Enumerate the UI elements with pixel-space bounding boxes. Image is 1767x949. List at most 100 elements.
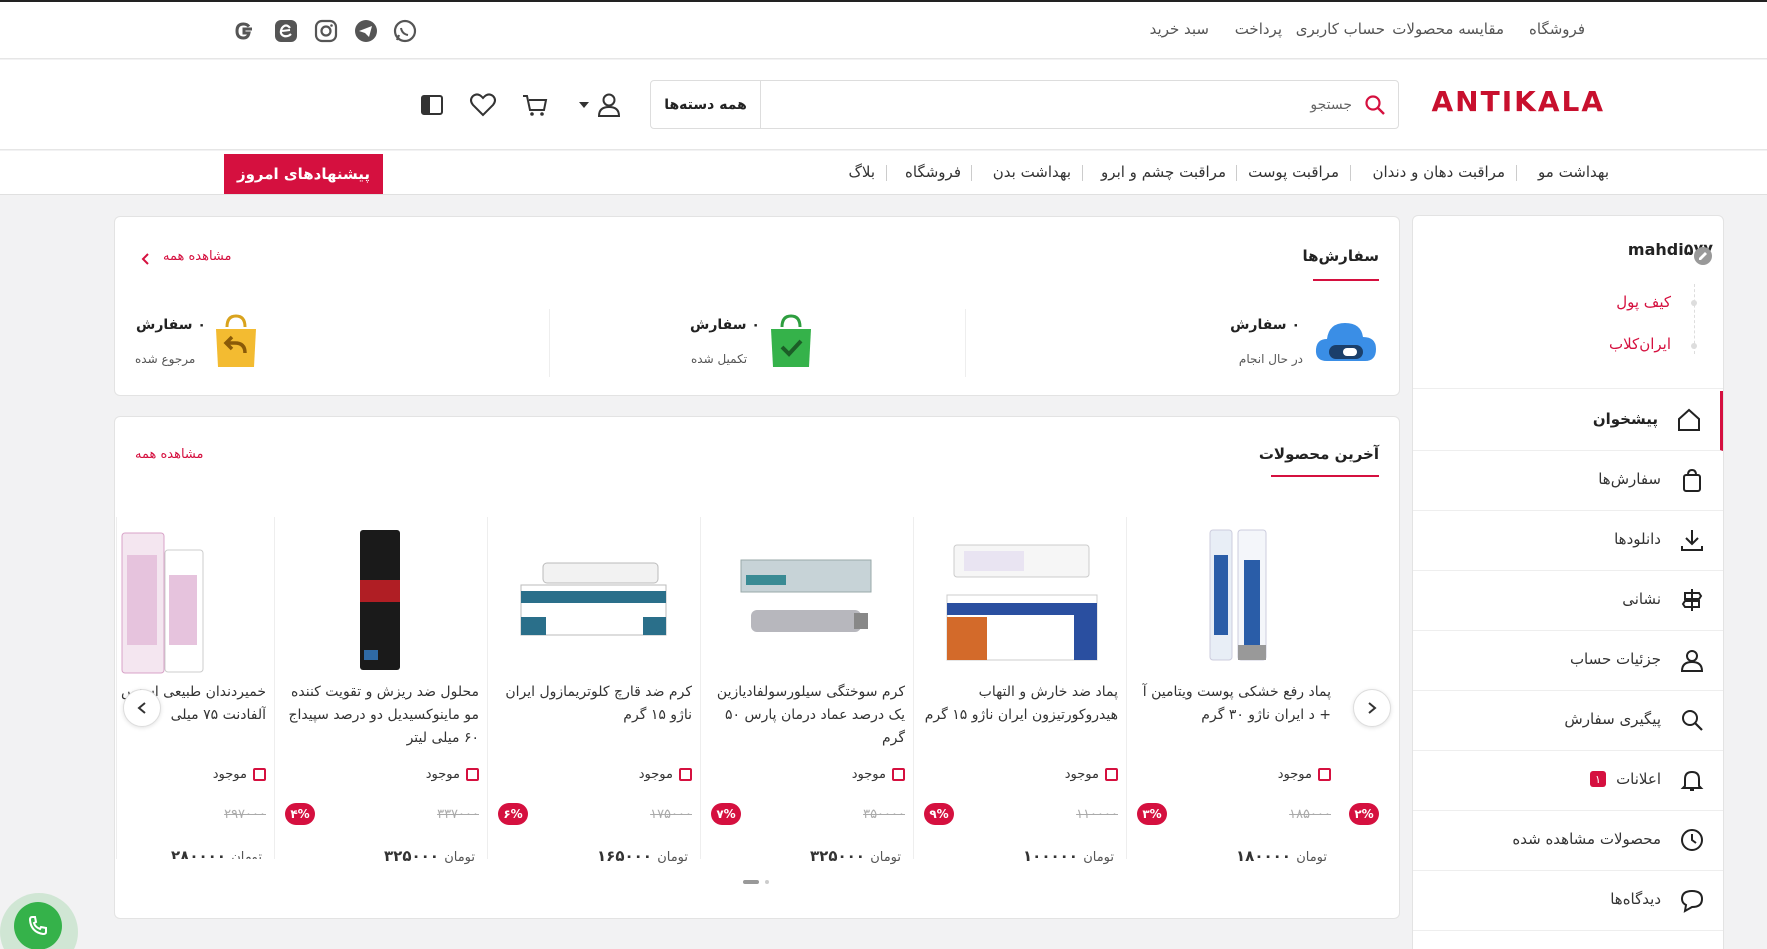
product-price: تومان ۱۸۰۰۰۰ — [1236, 847, 1331, 865]
top-link-shop[interactable]: فروشگاه — [1529, 20, 1585, 38]
product-card[interactable]: پماد رفع خشکی پوست ویتامین آ + د ایران ن… — [1126, 517, 1339, 865]
main-header: ANTIKALA همه دسته‌ها — [0, 60, 1767, 150]
carousel-prev-button[interactable] — [123, 689, 161, 727]
stock-label: موجود — [212, 767, 247, 782]
nav-item-skin[interactable]: مراقبت پوست — [1248, 163, 1339, 181]
sidebar-item-label: اعلانات — [1616, 770, 1661, 788]
currency-label: تومان — [657, 850, 688, 865]
old-price: ۱۱۰۰۰۰ — [1076, 807, 1118, 822]
product-card[interactable]: کرم سوختگی سیلورسولفادیازین یک درصد عماد… — [700, 517, 913, 865]
top-link-checkout[interactable]: پرداخت — [1235, 20, 1282, 38]
product-card-partial[interactable]: ۲% — [1339, 517, 1399, 859]
stat-divider — [965, 309, 966, 377]
edit-avatar-icon[interactable] — [1693, 246, 1713, 266]
todays-deals-button[interactable]: پیشنهادهای امروز — [224, 154, 383, 194]
stock-status: موجود — [1065, 767, 1118, 782]
chevron-down-icon[interactable] — [578, 100, 590, 110]
nav-item-eye[interactable]: مراقبت چشم و ابرو — [1101, 163, 1226, 181]
latest-title: آخرین محصولات — [1258, 445, 1379, 463]
old-price: ۳۳۷۰۰۰ — [437, 807, 479, 822]
category-nav: بهداشت مو مراقبت دهان و دندان مراقبت پوس… — [0, 151, 1767, 195]
price-value: ۱۶۵۰۰۰ — [597, 847, 652, 865]
stock-label: موجود — [638, 767, 673, 782]
stat-count-completed: ۰ سفارش — [690, 317, 760, 333]
orders-view-all-link[interactable]: مشاهده همه — [163, 249, 232, 264]
nav-item-body[interactable]: بهداشت بدن — [993, 163, 1071, 181]
call-button[interactable] — [14, 902, 62, 949]
product-card[interactable]: خمیردندان طبیعی اسنس آلفادنت ۷۵ میلی موج… — [116, 517, 274, 859]
currency-label: تومان — [1296, 850, 1327, 865]
product-card[interactable]: پماد ضد خارش و التهاب هیدروکورتیزون ایرا… — [913, 517, 1126, 865]
product-name[interactable]: پماد رفع خشکی پوست ویتامین آ + د ایران ن… — [1131, 681, 1331, 751]
discount-badge: ۷% — [711, 803, 741, 825]
instagram-icon[interactable] — [313, 18, 339, 44]
price-value: ۳۲۵۰۰۰ — [384, 847, 439, 865]
bag-return-icon — [216, 314, 256, 367]
compare-icon[interactable] — [417, 90, 447, 120]
discount-badge: ۹% — [924, 803, 954, 825]
sidebar-item-track-order[interactable]: پیگیری سفارش — [1413, 691, 1723, 751]
carousel-dot-active[interactable] — [743, 880, 759, 884]
title-underline — [1271, 475, 1379, 477]
old-price: ۳۵۰۰۰۰ — [863, 807, 905, 822]
stock-status: موجود — [639, 767, 692, 782]
sidebar-item-reviews[interactable]: دیدگاه‌ها — [1413, 871, 1723, 931]
nav-item-blog[interactable]: بلاگ — [848, 163, 875, 181]
telegram-icon[interactable] — [353, 18, 379, 44]
stock-label: موجود — [851, 767, 886, 782]
google-icon[interactable] — [231, 18, 257, 44]
sidebar-item-notifications[interactable]: اعلانات ۱ — [1413, 751, 1723, 811]
product-name[interactable]: کرم ضد قارچ کلوتریمازول ایران ناژو ۱۵ گر… — [492, 681, 692, 751]
sidebar-divider — [1413, 388, 1723, 389]
product-price: تومان ۳۲۵۰۰۰ — [384, 847, 479, 865]
nav-item-shop[interactable]: فروشگاه — [905, 163, 961, 181]
nav-divider — [886, 165, 887, 181]
stat-label-returned: مرجوع شده — [135, 352, 196, 366]
sidebar-item-label: سفارش‌ها — [1598, 470, 1661, 488]
nav-item-oral[interactable]: مراقبت دهان و دندان — [1372, 163, 1505, 181]
sidebar-item-dashboard[interactable]: پیشخوان — [1413, 391, 1723, 451]
product-card[interactable]: محلول ضد ریزش و تقویت کننده مو ماینوکسید… — [274, 517, 487, 865]
chevron-left-icon[interactable] — [141, 253, 151, 265]
stat-label-completed: تکمیل شده — [691, 352, 748, 366]
product-name[interactable]: پماد ضد خارش و التهاب هیدروکورتیزون ایرا… — [918, 681, 1118, 751]
nav-divider — [1236, 165, 1237, 181]
discount-badge: ۶% — [498, 803, 528, 825]
search-input[interactable] — [752, 89, 1352, 120]
nav-item-hair[interactable]: بهداشت مو — [1538, 163, 1609, 181]
title-underline — [1313, 279, 1379, 281]
store-icon — [892, 768, 905, 781]
old-price: ۱۷۵۰۰۰ — [650, 807, 692, 822]
sidebar-item-downloads[interactable]: دانلودها — [1413, 511, 1723, 571]
top-link-compare[interactable]: مقایسه محصولات — [1392, 20, 1504, 38]
cart-icon[interactable] — [520, 90, 550, 120]
top-link-cart[interactable]: سبد خرید — [1150, 20, 1209, 38]
sidebar-item-viewed-products[interactable]: محصولات مشاهده شده — [1413, 811, 1723, 871]
user-icon[interactable] — [594, 90, 624, 120]
product-image — [360, 530, 400, 670]
sidebar-item-account-details[interactable]: جزئیات حساب — [1413, 631, 1723, 691]
category-select[interactable]: همه دسته‌ها — [651, 81, 761, 128]
top-link-account[interactable]: حساب کاربری — [1296, 20, 1385, 38]
sidebar-item-label: نشانی — [1622, 590, 1661, 608]
stat-count-in-progress: ۰ سفارش — [1230, 317, 1300, 333]
latest-view-all-link[interactable]: مشاهده همه — [135, 447, 204, 462]
eitaa-icon[interactable] — [273, 18, 299, 44]
carousel-dot[interactable] — [765, 880, 769, 884]
discount-badge: ۴% — [285, 803, 315, 825]
whatsapp-icon[interactable] — [392, 18, 418, 44]
sidebar-item-orders[interactable]: سفارش‌ها — [1413, 451, 1723, 511]
search-icon[interactable] — [1364, 94, 1386, 116]
product-name[interactable]: محلول ضد ریزش و تقویت کننده مو ماینوکسید… — [279, 681, 479, 751]
latest-products-card: آخرین محصولات مشاهده همه ۲% پماد رفع خشک… — [114, 416, 1400, 919]
product-card[interactable]: کرم ضد قارچ کلوتریمازول ایران ناژو ۱۵ گر… — [487, 517, 700, 865]
carousel-next-button[interactable] — [1353, 689, 1391, 727]
stat-divider — [549, 309, 550, 377]
product-name[interactable]: کرم سوختگی سیلورسولفادیازین یک درصد عماد… — [705, 681, 905, 751]
site-logo[interactable]: ANTIKALA — [1432, 85, 1606, 118]
heart-icon[interactable] — [468, 90, 498, 120]
sidebar-wallet-link[interactable]: کیف پول — [1616, 293, 1671, 311]
sidebar-club-link[interactable]: ایران‌کلاب — [1609, 335, 1671, 353]
sidebar-item-address[interactable]: نشانی — [1413, 571, 1723, 631]
stock-label: موجود — [425, 767, 460, 782]
